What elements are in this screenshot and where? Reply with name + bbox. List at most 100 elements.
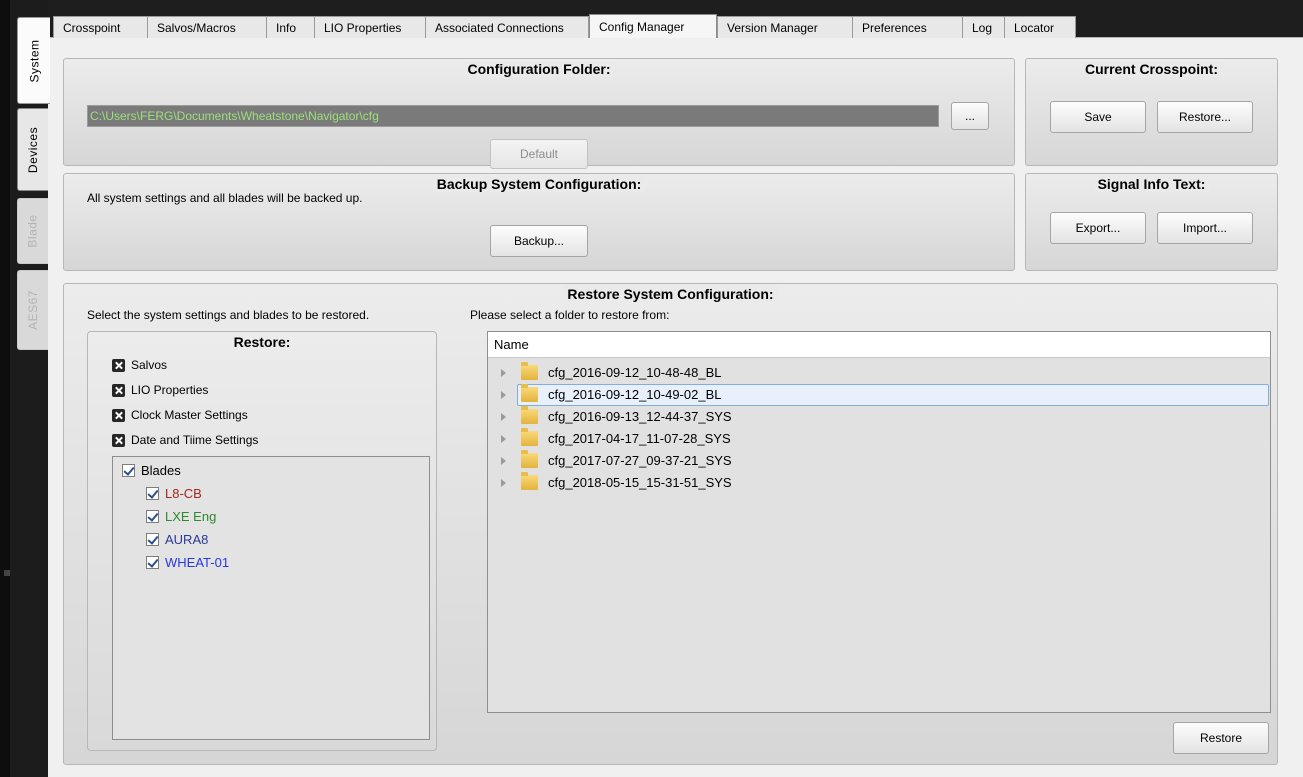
folder-row[interactable]: cfg_2017-04-17_11-07-28_SYS [489,428,1269,450]
group-title: Backup System Configuration: [64,176,1014,192]
folder-name: cfg_2016-09-12_10-48-48_BL [548,365,722,380]
tab-label: Config Manager [599,19,685,34]
blade-label: AURA8 [165,531,209,547]
save-crosspoint-button[interactable]: Save [1050,101,1146,133]
tab-label: Associated Connections [435,20,564,35]
tab-label: LIO Properties [324,20,402,35]
restore-option-lio-properties[interactable]: LIO Properties [112,381,208,399]
tab-log[interactable]: Log [963,16,1005,38]
button-label: Import... [1182,221,1227,235]
expand-arrow-icon[interactable] [501,391,506,399]
blade-label: LXE Eng [165,508,217,524]
option-label: Date and Tiime Settings [131,433,259,447]
group-title: Restore System Configuration: [64,286,1277,302]
checkbox-checked-icon [122,463,135,477]
tab-label: Salvos/Macros [157,20,236,35]
tab-version-manager[interactable]: Version Manager [717,16,853,38]
expand-arrow-icon[interactable] [501,479,506,487]
blade-checkbox-wheat-01[interactable]: WHEAT-01 [146,553,229,571]
import-signal-info-button[interactable]: Import... [1157,212,1253,244]
tab-associated-connections[interactable]: Associated Connections [426,16,589,38]
restore-option-clock-master[interactable]: Clock Master Settings [112,406,248,424]
option-label: LIO Properties [131,383,209,397]
default-folder-button[interactable]: Default [490,139,588,169]
restore-group-title: Restore: [233,334,291,350]
blade-checkbox-aura8[interactable]: AURA8 [146,530,208,548]
checkbox-label: Blades [141,462,181,478]
folder-row-selected[interactable]: cfg_2016-09-12_10-49-02_BL [489,384,1269,406]
button-label: Default [519,147,559,161]
side-tab-system[interactable]: System [17,17,50,104]
left-edge [0,0,10,777]
config-folder-path-field[interactable]: C:\Users\FERG\Documents\Wheatstone\Navig… [87,105,939,127]
current-crosspoint-group: Current Crosspoint: Save Restore... [1025,58,1278,166]
folder-icon [521,362,538,380]
folder-icon [521,406,538,424]
left-edge-marker [4,570,10,576]
button-label: ... [964,109,975,123]
folder-name: cfg_2017-04-17_11-07-28_SYS [548,431,731,446]
tab-preferences[interactable]: Preferences [853,16,963,38]
folder-name: cfg_2016-09-12_10-49-02_BL [548,387,722,402]
restore-right-instruction: Please select a folder to restore from: [470,308,670,322]
blade-checkbox-l8-cb[interactable]: L8-CB [146,484,202,502]
blades-tree: Blades L8-CB LXE Eng AURA8 WHEAT-01 [112,456,430,740]
group-title-text: Configuration Folder: [463,61,615,77]
blade-label: WHEAT-01 [165,554,230,570]
main-tab-bar: Crosspoint Salvos/Macros Info LIO Proper… [53,14,1076,38]
group-title: Configuration Folder: [64,61,1014,77]
group-title: Signal Info Text: [1026,176,1277,192]
folder-name: cfg_2016-09-13_12-44-37_SYS [548,409,732,424]
expand-arrow-icon[interactable] [501,413,506,421]
configuration-folder-group: Configuration Folder: C:\Users\FERG\Docu… [63,58,1015,169]
folder-row[interactable]: cfg_2018-05-15_15-31-51_SYS [489,472,1269,494]
signal-info-text-group: Signal Info Text: Export... Import... [1025,173,1278,271]
checkbox-checked-icon [146,486,159,500]
tab-locator[interactable]: Locator [1005,16,1076,38]
group-title-text: Backup System Configuration: [432,176,646,192]
backup-configuration-group: Backup System Configuration: All system … [63,173,1015,271]
folder-row[interactable]: cfg_2016-09-13_12-44-37_SYS [489,406,1269,428]
side-tab-label: System [27,38,42,83]
tab-salvos-macros[interactable]: Salvos/Macros [148,16,267,38]
backup-button[interactable]: Backup... [490,225,588,257]
backup-description: All system settings and all blades will … [87,191,363,205]
group-title-text: Restore System Configuration: [563,286,778,302]
restore-option-salvos[interactable]: Salvos [112,356,167,374]
restore-folder-tree[interactable]: Name cfg_2016-09-12_10-48-48_BL cfg_2016… [487,331,1271,713]
tab-crosspoint[interactable]: Crosspoint [53,16,148,38]
tab-label: Log [972,20,993,35]
restore-option-date-time[interactable]: Date and Tiime Settings [112,431,258,449]
button-label: Restore... [1178,110,1232,124]
side-tab-label: Devices [26,126,40,173]
restore-left-instruction: Select the system settings and blades to… [87,308,370,322]
column-header-name[interactable]: Name [488,332,1270,358]
tab-config-manager[interactable]: Config Manager [589,14,717,38]
tab-label: Crosspoint [63,20,121,35]
side-tab-aes67[interactable]: AES67 [17,270,48,350]
tab-label: Version Manager [727,20,818,35]
expand-arrow-icon[interactable] [501,369,506,377]
restore-crosspoint-button[interactable]: Restore... [1157,101,1253,133]
side-tab-devices[interactable]: Devices [17,108,48,191]
checked-x-icon [112,383,125,397]
side-tab-blade[interactable]: Blade [17,198,48,264]
expand-arrow-icon[interactable] [501,457,506,465]
side-tab-label: AES67 [26,290,41,330]
blades-checkbox[interactable]: Blades [122,461,181,479]
export-signal-info-button[interactable]: Export... [1050,212,1146,244]
expand-arrow-icon[interactable] [501,435,506,443]
browse-folder-button[interactable]: ... [951,102,989,130]
restore-button[interactable]: Restore [1173,722,1269,754]
folder-row[interactable]: cfg_2016-09-12_10-48-48_BL [489,362,1269,384]
tab-lio-properties[interactable]: LIO Properties [315,16,426,38]
group-title: Current Crosspoint: [1026,61,1277,77]
folder-row[interactable]: cfg_2017-07-27_09-37-21_SYS [489,450,1269,472]
tab-info[interactable]: Info [267,16,315,38]
blade-label: L8-CB [165,485,202,501]
blade-checkbox-lxe-eng[interactable]: LXE Eng [146,507,216,525]
tab-label: Preferences [862,20,927,35]
checked-x-icon [112,358,125,372]
tab-label: Locator [1014,20,1055,35]
checkbox-checked-icon [146,555,159,569]
